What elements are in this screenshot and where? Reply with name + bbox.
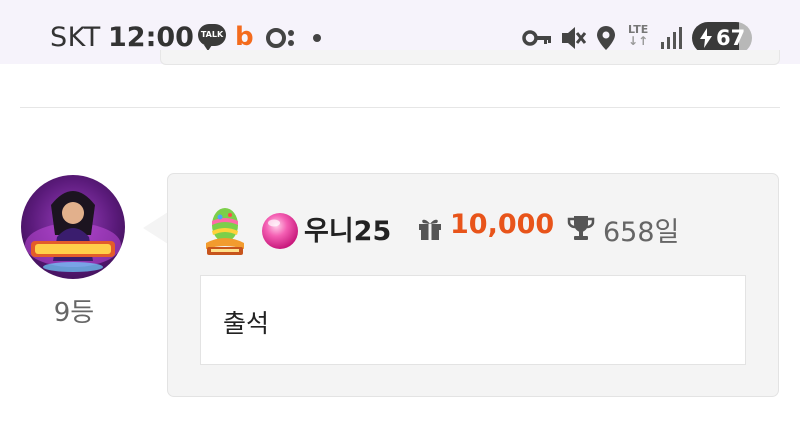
- card-pointer: [143, 212, 168, 244]
- divider: [20, 107, 780, 108]
- rank-label: 9등: [53, 298, 95, 328]
- username[interactable]: 우니25: [304, 209, 391, 248]
- comment-body: 출석: [200, 275, 746, 365]
- gift-icon: [419, 219, 441, 240]
- avatar-image: [25, 191, 121, 272]
- attendance-days: 658일: [603, 217, 680, 248]
- kakaotalk-icon: TALK: [198, 24, 226, 51]
- status-time: 12:00: [108, 22, 194, 53]
- location-icon: [597, 26, 615, 50]
- lte-icon: LTE ↓↑: [628, 24, 648, 47]
- trophy-icon: [567, 216, 595, 240]
- b-app-icon: b: [235, 22, 254, 52]
- mute-icon: [562, 27, 586, 49]
- carrier-name: SKT: [50, 22, 101, 53]
- previous-comment-card: [160, 50, 780, 65]
- data-arrows-icon: ↓↑: [628, 34, 649, 48]
- avatar[interactable]: [21, 175, 125, 279]
- notification-dot-icon: [313, 34, 321, 42]
- pink-gem-badge-icon: [262, 213, 298, 249]
- charging-bolt-icon: [700, 28, 712, 48]
- record-icon: [266, 28, 294, 48]
- vpn-key-icon: [522, 30, 551, 46]
- comment-text: 출석: [223, 309, 270, 338]
- easter-egg-badge-icon: [206, 208, 244, 255]
- points-value: 10,000: [450, 209, 555, 240]
- signal-icon: [661, 27, 682, 49]
